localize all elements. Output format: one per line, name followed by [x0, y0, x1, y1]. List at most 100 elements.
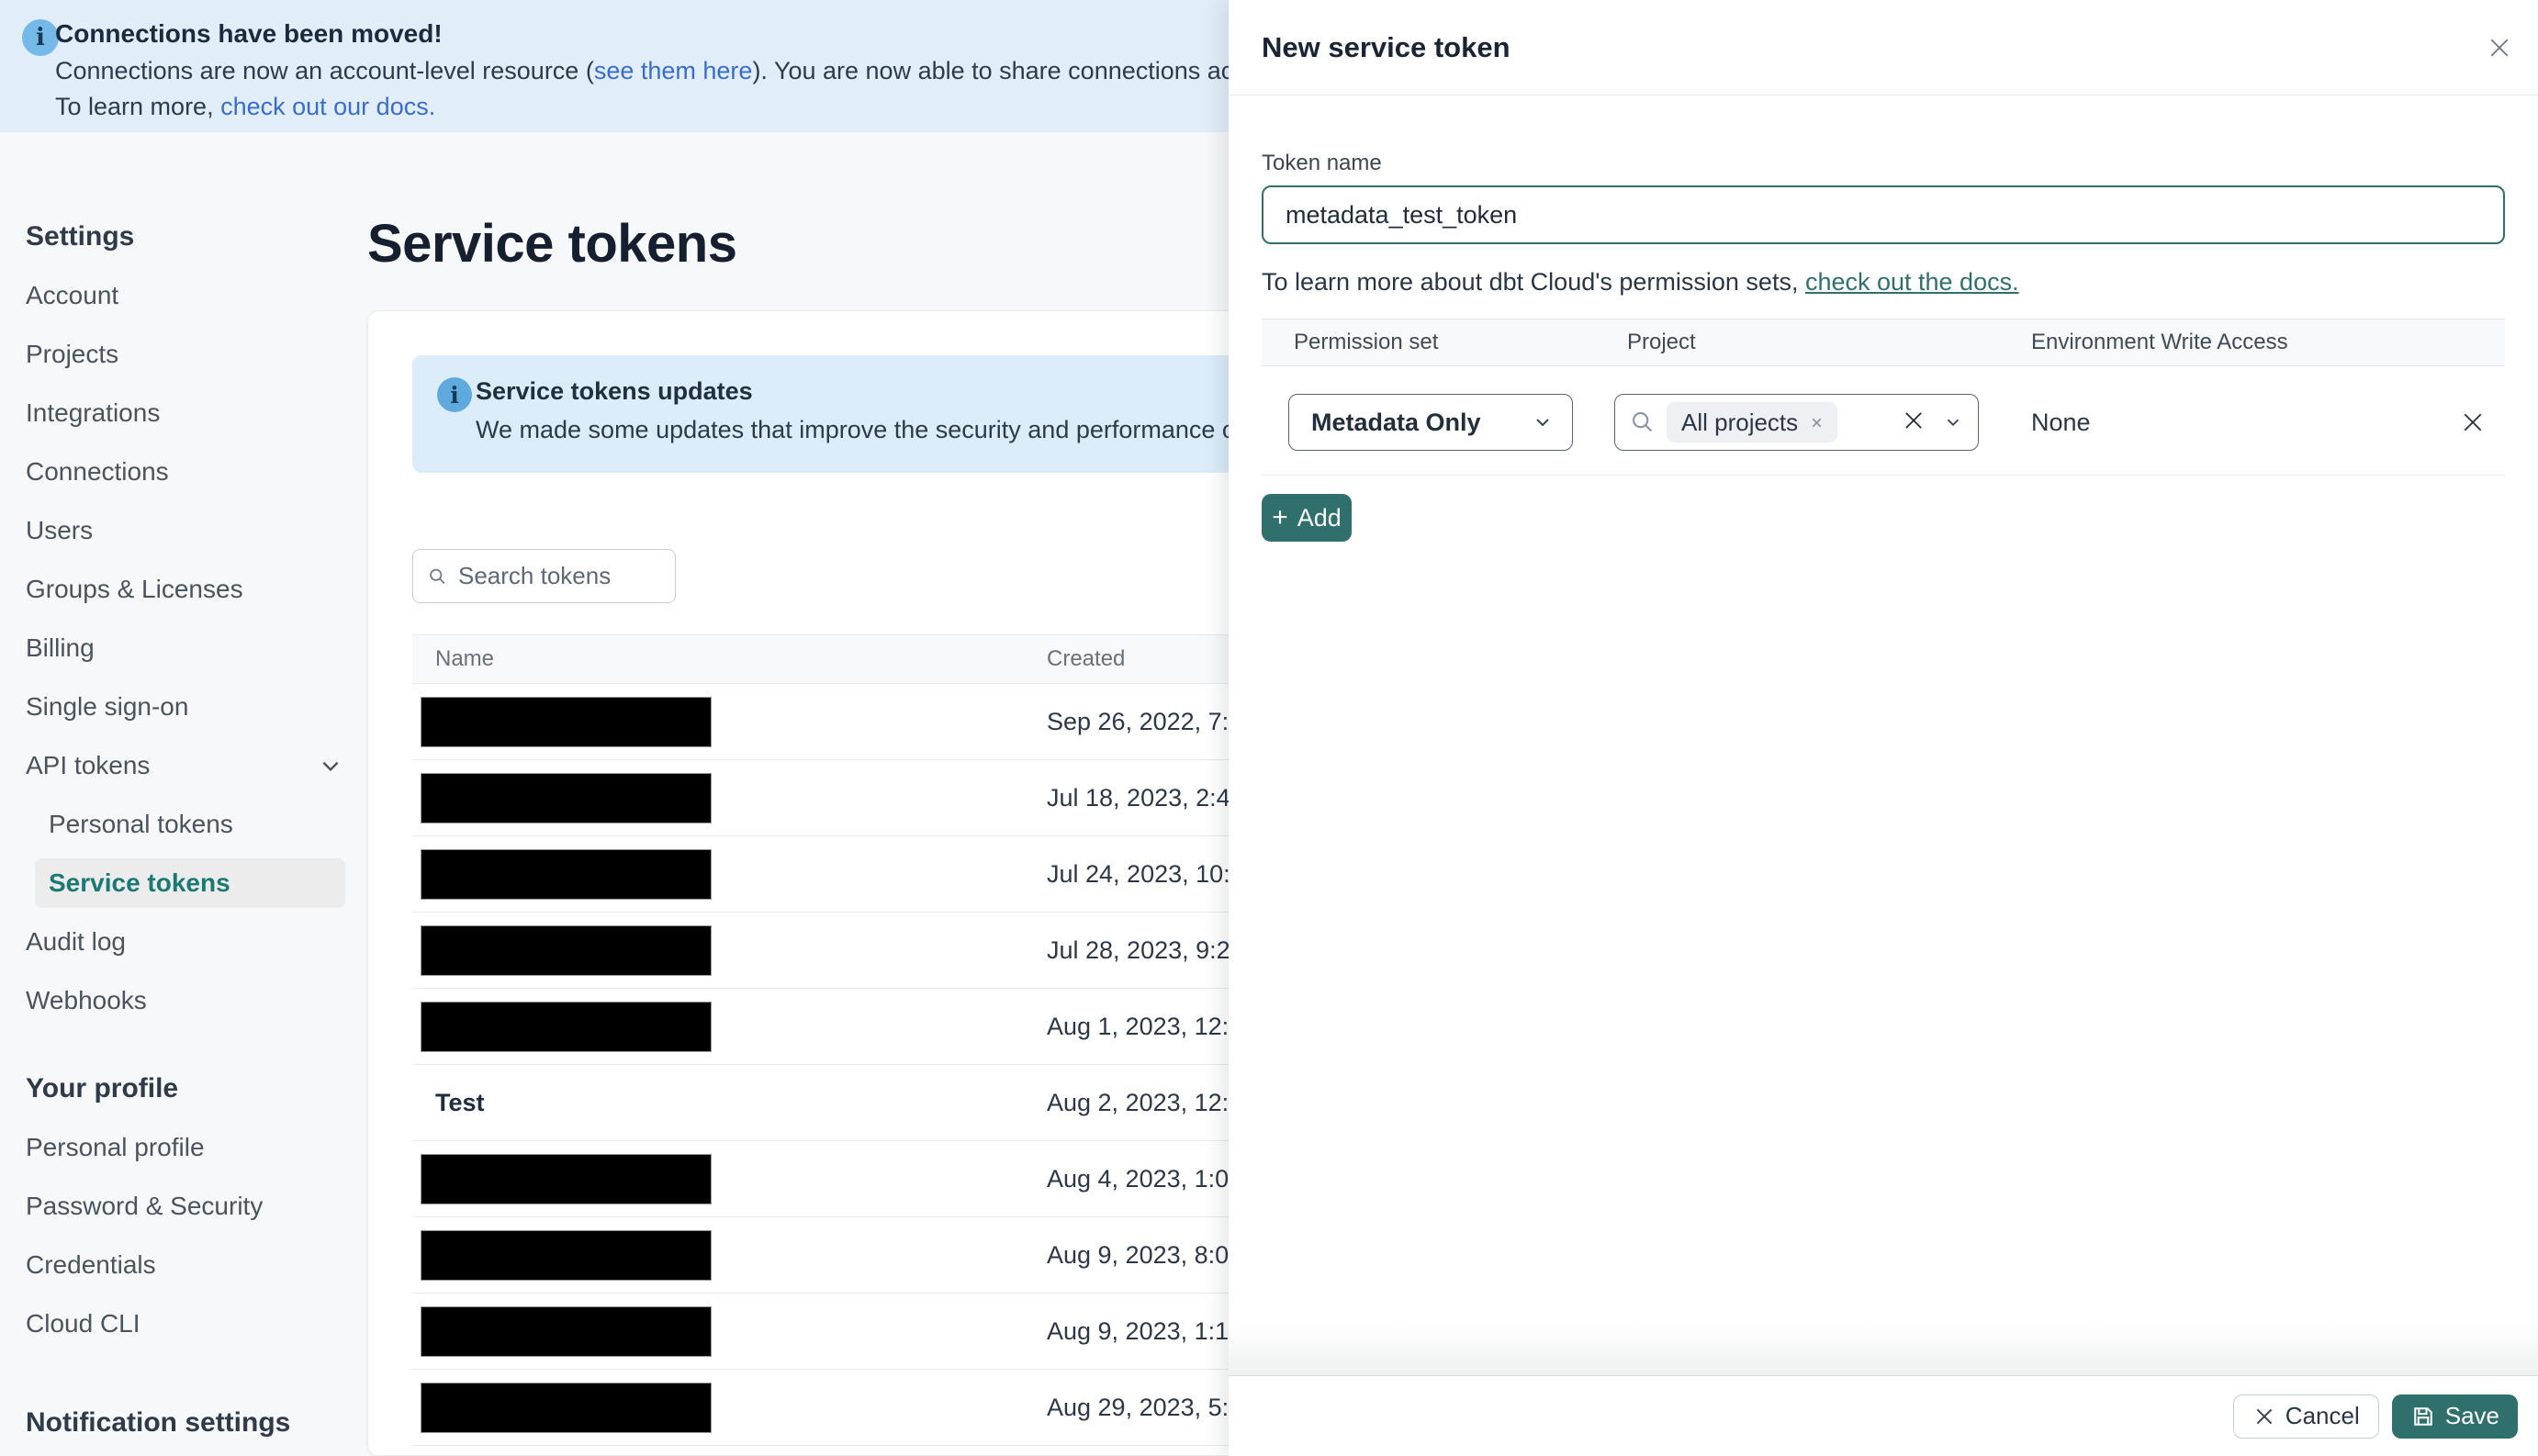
sidebar-heading-notification-settings: Notification settings: [26, 1407, 291, 1438]
column-header-project: Project: [1627, 330, 1696, 354]
banner-line2-pre: Connections are now an account-level res…: [55, 57, 594, 84]
sidebar-item-cloud-cli[interactable]: Cloud CLI: [0, 1294, 344, 1353]
settings-sidebar: Settings Account Projects Integrations C…: [0, 132, 368, 1456]
sidebar-item-api-tokens-label: API tokens: [26, 751, 151, 779]
drawer-header: New service token: [1229, 0, 2538, 95]
redacted-token-name: [421, 848, 712, 900]
banner-line3-pre: To learn more,: [55, 93, 221, 120]
redacted-token-name: [421, 1153, 712, 1204]
sidebar-item-account[interactable]: Account: [0, 266, 344, 325]
token-name-cell: [412, 1229, 1047, 1281]
column-header-name: Name: [435, 646, 495, 671]
remove-row-icon[interactable]: [2441, 409, 2505, 436]
check-out-the-docs-link[interactable]: check out the docs.: [1805, 268, 2019, 296]
banner-title: Connections have been moved!: [55, 19, 443, 48]
see-them-here-link[interactable]: see them here: [594, 57, 753, 84]
banner-text: Connections have been moved! Connections…: [55, 18, 1589, 121]
redacted-token-name: [421, 924, 712, 976]
sidebar-item-audit-log[interactable]: Audit log: [0, 913, 344, 971]
search-icon: [1633, 412, 1653, 432]
sidebar-item-webhooks[interactable]: Webhooks: [0, 971, 344, 1030]
info-glyph: i: [450, 381, 459, 409]
redacted-token-name: [421, 772, 712, 823]
sidebar-item-connections[interactable]: Connections: [0, 442, 344, 501]
drawer-body: Token name To learn more about dbt Cloud…: [1229, 151, 2538, 542]
redacted-token-name: [421, 1229, 712, 1281]
page-title: Service tokens: [367, 214, 737, 274]
drawer-footer: Cancel Save: [1229, 1375, 2538, 1456]
token-name-text: Test: [435, 1088, 485, 1116]
add-permission-button[interactable]: + Add: [1262, 494, 1352, 542]
sidebar-item-personal-tokens[interactable]: Personal tokens: [0, 795, 344, 854]
permission-table-header: Permission set Project Environment Write…: [1262, 319, 2505, 366]
token-name-input[interactable]: [1262, 185, 2505, 244]
scroll-shadow: [1229, 1324, 2538, 1375]
add-button-label: Add: [1297, 503, 1342, 532]
cancel-x-icon: [2256, 1408, 2273, 1424]
token-name-cell: [412, 1153, 1047, 1204]
new-service-token-drawer: New service token Token name To learn mo…: [1229, 0, 2538, 1456]
sidebar-item-projects[interactable]: Projects: [0, 325, 344, 384]
sidebar-item-credentials[interactable]: Credentials: [0, 1236, 344, 1294]
info-glyph: i: [36, 24, 45, 51]
page: i Connections have been moved! Connectio…: [0, 0, 2538, 1456]
permission-row: Metadata Only All projects None: [1262, 394, 2505, 451]
cancel-button[interactable]: Cancel: [2232, 1394, 2379, 1439]
search-tokens-box[interactable]: [412, 549, 676, 603]
clear-selection-icon[interactable]: [1901, 408, 1926, 438]
sidebar-item-users[interactable]: Users: [0, 501, 344, 560]
save-button-label: Save: [2444, 1402, 2499, 1429]
token-name-cell: [412, 696, 1047, 747]
docs-line-pre: To learn more about dbt Cloud's permissi…: [1262, 268, 1805, 296]
column-header-permission-set: Permission set: [1294, 330, 1439, 354]
permission-set-value: Metadata Only: [1311, 408, 1481, 436]
column-header-env-write-access: Environment Write Access: [2031, 330, 2288, 354]
chevron-down-icon: [322, 761, 339, 772]
redacted-token-name: [421, 1001, 712, 1052]
cancel-button-label: Cancel: [2285, 1402, 2360, 1429]
info-icon: i: [437, 377, 472, 412]
chevron-down-icon: [1947, 419, 1960, 427]
sidebar-item-password-security[interactable]: Password & Security: [0, 1177, 344, 1236]
sidebar-item-api-tokens[interactable]: API tokens: [0, 736, 344, 795]
token-name-cell: [412, 1382, 1047, 1433]
env-write-access-value: None: [2031, 408, 2091, 436]
save-button[interactable]: Save: [2391, 1394, 2518, 1439]
remove-tag-icon[interactable]: [1809, 415, 1825, 431]
permission-set-select[interactable]: Metadata Only: [1288, 394, 1573, 451]
banner-line-2: Connections are now an account-level res…: [55, 56, 1589, 85]
drawer-title: New service token: [1262, 30, 1510, 63]
close-icon[interactable]: [2479, 28, 2520, 68]
sidebar-item-single-sign-on[interactable]: Single sign-on: [0, 678, 344, 736]
save-icon: [2413, 1406, 2432, 1426]
sidebar-heading-settings: Settings: [26, 221, 135, 252]
sidebar-item-service-tokens[interactable]: Service tokens: [35, 858, 345, 908]
sidebar-item-personal-profile[interactable]: Personal profile: [0, 1118, 344, 1177]
redacted-token-name: [421, 696, 712, 747]
search-input[interactable]: [458, 562, 660, 590]
divider: [1262, 475, 2505, 476]
sidebar-item-groups-licenses[interactable]: Groups & Licenses: [0, 560, 344, 619]
banner-line-3: To learn more, check out our docs.: [55, 92, 1221, 121]
token-name-cell: [412, 772, 1047, 823]
chevron-down-icon: [1536, 419, 1549, 427]
notice-title: Service tokens updates: [476, 377, 753, 405]
token-name-cell: [412, 1001, 1047, 1052]
project-multiselect[interactable]: All projects: [1614, 394, 1979, 451]
project-tag-label: All projects: [1681, 408, 1799, 436]
token-name-label: Token name: [1262, 151, 1382, 175]
project-tag[interactable]: All projects: [1667, 402, 1838, 442]
redacted-token-name: [421, 1382, 712, 1433]
check-docs-link[interactable]: check out our docs.: [220, 93, 435, 120]
search-icon: [430, 568, 445, 584]
sidebar-item-integrations[interactable]: Integrations: [0, 384, 344, 442]
token-name-cell: Test: [412, 1089, 1047, 1117]
token-name-cell: [412, 848, 1047, 900]
plus-icon: +: [1272, 502, 1288, 532]
sidebar-heading-your-profile: Your profile: [26, 1073, 179, 1103]
info-icon: i: [22, 19, 59, 56]
redacted-token-name: [421, 1305, 712, 1357]
token-name-cell: [412, 1305, 1047, 1357]
sidebar-item-billing[interactable]: Billing: [0, 619, 344, 678]
permission-docs-line: To learn more about dbt Cloud's permissi…: [1262, 268, 2505, 297]
